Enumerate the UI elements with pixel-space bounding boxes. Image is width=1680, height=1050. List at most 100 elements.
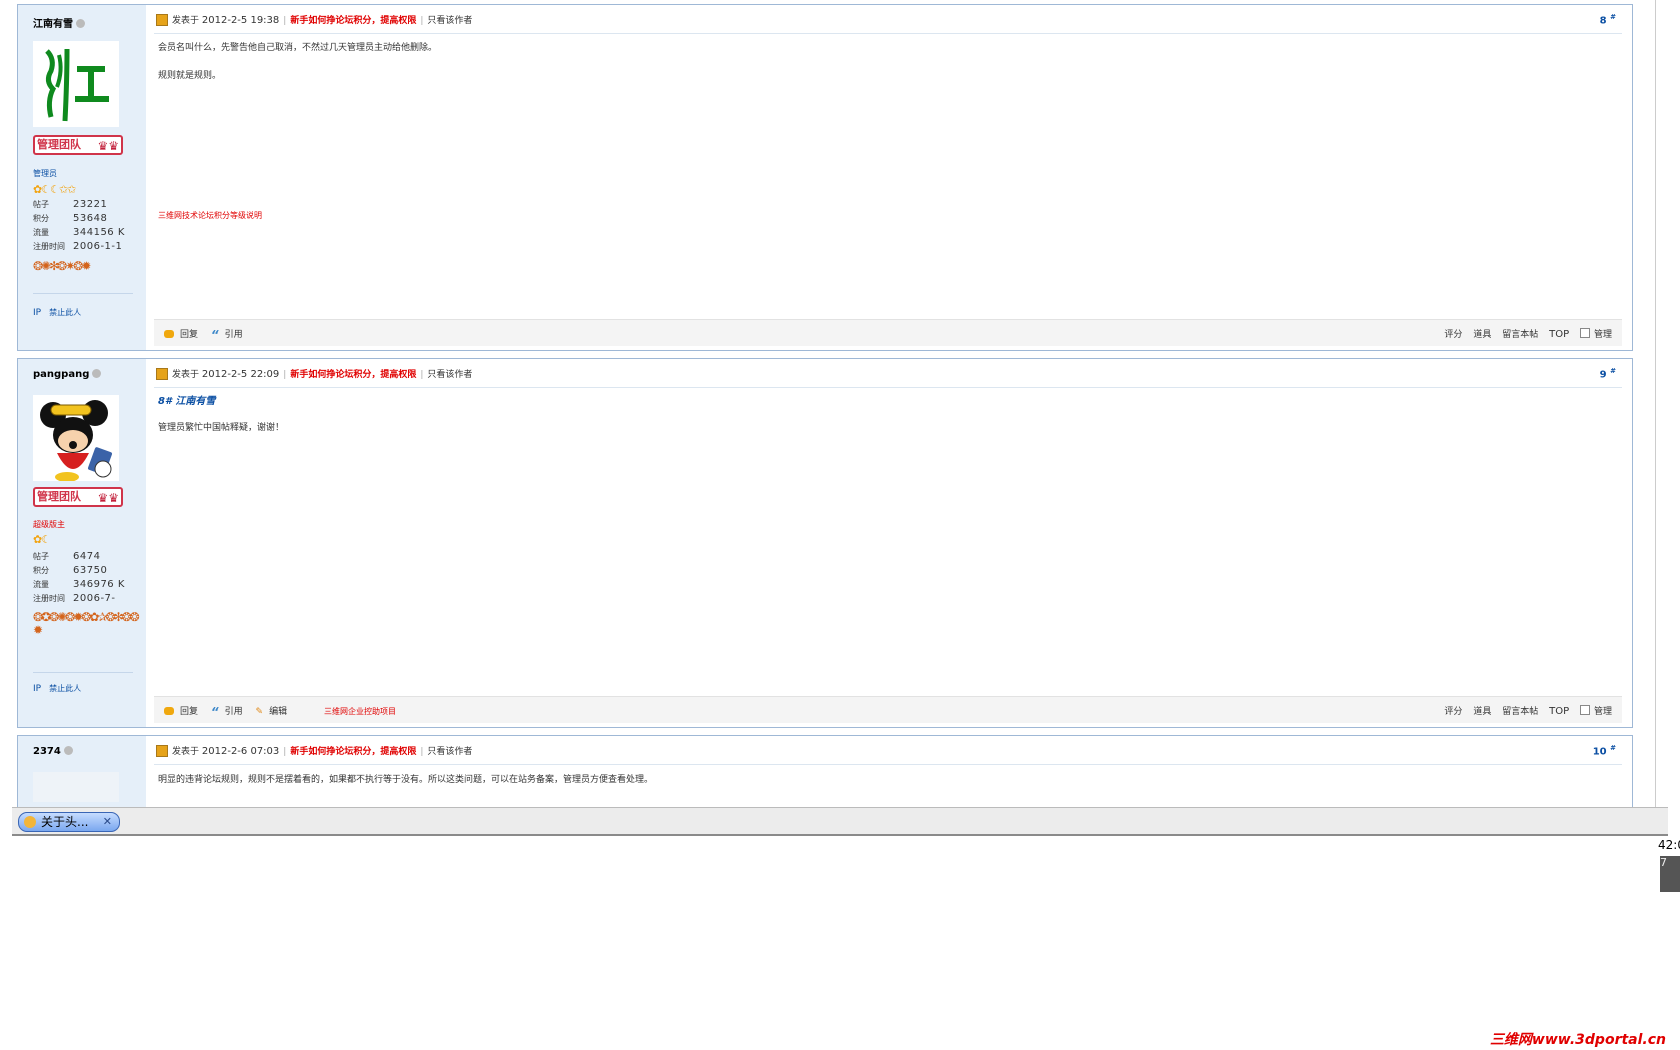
signature-link[interactable]: 三维网技术论坛积分等级说明 <box>158 210 262 221</box>
post-body: 会员名叫什么，先警告他自己取消，不然过几天管理员主动给他删除。 规则就是规则。 <box>158 41 1612 97</box>
pencil-icon: ✎ <box>255 707 264 717</box>
user-sidebar: 2374 <box>18 736 146 807</box>
quote-button[interactable]: “引用 <box>210 328 243 342</box>
clock-box: 7 <box>1660 856 1680 892</box>
post-icon <box>156 14 168 26</box>
avatar <box>33 772 119 802</box>
clock-text: 42:0 <box>1658 838 1680 852</box>
reply-icon <box>164 330 174 338</box>
ip-link[interactable]: IP <box>33 684 41 694</box>
stat-value-points: 63750 <box>73 565 108 576</box>
crown-icon: ♛♛ <box>97 139 119 153</box>
tools-button[interactable]: 道具 <box>1473 707 1491 717</box>
edit-button[interactable]: ✎ 编辑 <box>256 707 288 717</box>
avatar-mickey-image <box>40 400 112 482</box>
ip-actions: IP 禁止此人 <box>33 307 81 318</box>
medals-icon: ❂✺✻❂✷❂✹ <box>33 259 91 273</box>
manage-checkbox[interactable] <box>1579 328 1590 338</box>
ban-user-link[interactable]: 禁止此人 <box>49 308 81 317</box>
stat-label-traffic: 流量 <box>33 228 49 237</box>
stat-label-regdate: 注册时间 <box>33 242 65 251</box>
post-icon <box>156 745 168 757</box>
post-text: 明显的违背论坛规则，规则不是摆着看的，如果都不执行等于没有。所以这类问题，可以在… <box>158 775 654 785</box>
post-content: 发表于 2012-2-5 19:38 | 新手如何挣论坛积分，提高权限 | 只看该作者 … <box>146 5 1632 350</box>
medals-icon: ❂✪❂✺❂✹❂✿✰❂✻❂❂✹ <box>33 610 140 637</box>
offline-status-icon <box>92 369 102 378</box>
post-content: 发表于 2012-2-6 07:03 | 新手如何挣论坛积分，提高权限 | 只看该作者 … <box>146 736 1632 807</box>
username[interactable]: 江南有雪 <box>33 15 85 30</box>
admin-team-badge: 管理团队 ♛♛ <box>33 487 123 507</box>
stat-value-posts: 6474 <box>73 551 101 562</box>
post-date: 2012-2-6 07:03 <box>201 746 280 757</box>
forum-page: 江南有雪 管理团队 ♛♛ 管理员 ✿☾☾✩✩ 帖子 23221 积分 53648 流量… <box>0 0 1680 807</box>
taskbar-tab[interactable]: 关于头... ✕ <box>18 812 120 832</box>
user-sidebar: 江南有雪 管理团队 ♛♛ 管理员 ✿☾☾✩✩ 帖子 23221 积分 53648 流量… <box>18 5 146 350</box>
stat-label-regdate: 注册时间 <box>33 594 65 603</box>
tools-button[interactable]: 道具 <box>1473 330 1491 340</box>
user-rank[interactable]: 超级版主 <box>33 519 65 530</box>
post-footer: 回复 “引用 ✎ 编辑 三维网企业控助项目 评分 道具 留言本帖 TOP 管理 <box>154 696 1622 723</box>
avatar <box>33 41 119 127</box>
points-guide-link[interactable]: 新手如何挣论坛积分，提高权限 <box>290 16 416 26</box>
rate-button[interactable]: 评分 <box>1444 330 1462 340</box>
rate-button[interactable]: 评分 <box>1444 707 1462 717</box>
user-stats: 帖子 6474 积分 63750 流量 346976 K 注册时间 2006-7- <box>33 550 143 606</box>
stat-label-points: 积分 <box>33 566 49 575</box>
ip-actions: IP 禁止此人 <box>33 683 81 694</box>
post-header: 发表于 2012-2-5 19:38 | 新手如何挣论坛积分，提高权限 | 只看该作者 … <box>154 5 1622 34</box>
top-button[interactable]: TOP <box>1549 706 1569 717</box>
page-scrollbar[interactable] <box>1655 0 1680 807</box>
user-stats: 帖子 23221 积分 53648 流量 344156 K 注册时间 2006-1-1 <box>33 198 143 254</box>
app-icon <box>24 816 36 828</box>
author-only-link[interactable]: 只看该作者 <box>427 370 472 380</box>
username[interactable]: 2374 <box>33 746 73 757</box>
quote-button[interactable]: “引用 <box>211 705 243 719</box>
post-header: 发表于 2012-2-5 22:09 | 新手如何挣论坛积分，提高权限 | 只看该作者 … <box>154 359 1622 388</box>
username[interactable]: pangpang <box>33 369 102 380</box>
manage-toggle[interactable]: 管理 <box>1579 705 1612 717</box>
floor-number[interactable]: 8 # <box>1600 13 1616 26</box>
stat-label-posts: 帖子 <box>33 552 49 561</box>
stat-value-posts: 23221 <box>73 199 108 210</box>
reply-icon <box>164 707 174 715</box>
stat-value-regdate: 2006-7- <box>73 593 116 604</box>
avatar <box>33 395 119 482</box>
user-rank[interactable]: 管理员 <box>33 168 57 179</box>
post-floor-10: 2374 发表于 2012-2-6 07:03 | 新手如何挣论坛积分，提高权限 | 只… <box>17 735 1633 807</box>
post-icon <box>156 368 168 380</box>
post-body: 8# 江南有雪 管理员繁忙中国帖释疑，谢谢！ <box>158 395 1612 449</box>
admin-team-badge: 管理团队 ♛♛ <box>33 135 123 155</box>
taskbar-tab-label: 关于头... <box>41 815 89 829</box>
stat-value-regdate: 2006-1-1 <box>73 241 123 252</box>
offline-status-icon <box>76 19 85 28</box>
user-sidebar: pangpang 管理团队 ♛♛ 超级版主 ✿☾ 帖子 6474 积分 6375… <box>18 359 146 727</box>
posted-prefix: 发表于 <box>172 16 200 26</box>
signature-link[interactable]: 三维网企业控助项目 <box>324 707 396 716</box>
comment-post-button[interactable]: 留言本帖 <box>1502 330 1538 340</box>
posted-prefix: 发表于 <box>172 370 200 380</box>
ip-link[interactable]: IP <box>33 308 41 318</box>
points-guide-link[interactable]: 新手如何挣论坛积分，提高权限 <box>290 370 416 380</box>
post-floor-8: 江南有雪 管理团队 ♛♛ 管理员 ✿☾☾✩✩ 帖子 23221 积分 53648 流量… <box>17 4 1633 351</box>
floor-number[interactable]: 10 # <box>1593 744 1616 757</box>
ban-user-link[interactable]: 禁止此人 <box>49 684 81 693</box>
posted-prefix: 发表于 <box>172 747 200 757</box>
author-only-link[interactable]: 只看该作者 <box>427 16 472 26</box>
reply-button[interactable]: 回复 <box>164 330 198 340</box>
author-only-link[interactable]: 只看该作者 <box>427 747 472 757</box>
reply-button[interactable]: 回复 <box>164 707 198 717</box>
post-date: 2012-2-5 19:38 <box>201 15 280 26</box>
close-icon[interactable]: ✕ <box>103 813 112 831</box>
top-button[interactable]: TOP <box>1549 329 1569 340</box>
rank-stars-icon: ✿☾ <box>33 533 51 546</box>
post-text: 会员名叫什么，先警告他自己取消，不然过几天管理员主动给他删除。 <box>158 43 438 53</box>
manage-checkbox[interactable] <box>1579 705 1590 715</box>
quote-icon: “ <box>210 328 219 342</box>
post-footer: 回复 “引用 评分 道具 留言本帖 TOP 管理 <box>154 319 1622 346</box>
floor-number[interactable]: 9 # <box>1600 367 1616 380</box>
manage-toggle[interactable]: 管理 <box>1579 328 1612 340</box>
comment-post-button[interactable]: 留言本帖 <box>1502 707 1538 717</box>
points-guide-link[interactable]: 新手如何挣论坛积分，提高权限 <box>290 747 416 757</box>
clock-subtext: 7 <box>1660 856 1667 869</box>
post-text: 管理员繁忙中国帖释疑，谢谢！ <box>158 423 285 433</box>
